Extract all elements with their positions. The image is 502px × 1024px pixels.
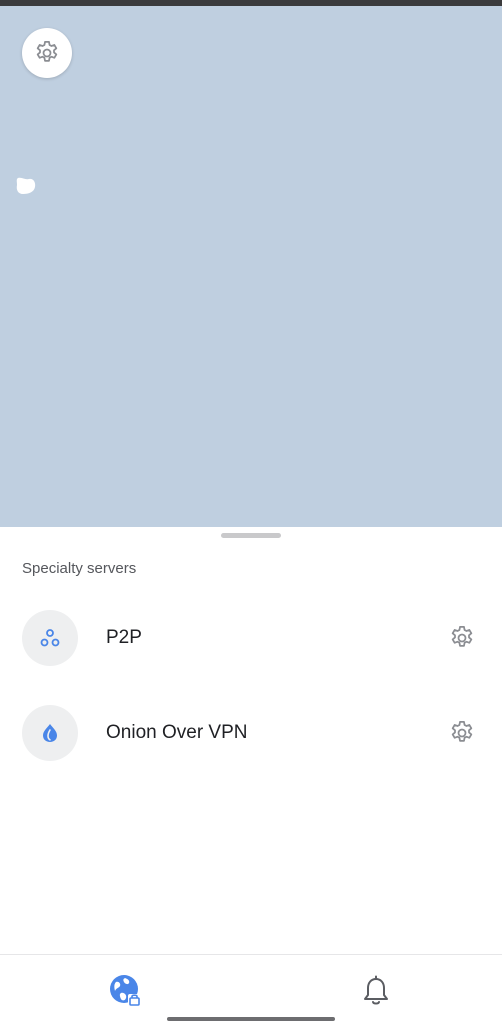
globe-lock-icon xyxy=(110,975,141,1007)
nav-notifications-tab[interactable] xyxy=(362,975,390,1007)
p2p-icon xyxy=(40,629,60,647)
map-view[interactable] xyxy=(0,6,502,527)
bell-icon xyxy=(364,975,388,1005)
sheet-drag-handle[interactable] xyxy=(221,533,281,538)
server-row-onion-over-vpn[interactable]: Onion Over VPN xyxy=(0,705,502,765)
p2p-settings-button[interactable] xyxy=(448,624,476,652)
onion-icon xyxy=(43,724,57,742)
gear-icon xyxy=(451,626,473,647)
server-label: P2P xyxy=(106,627,142,648)
gear-icon xyxy=(36,41,58,62)
server-label: Onion Over VPN xyxy=(106,722,248,743)
gear-icon xyxy=(451,721,473,742)
server-icon-badge xyxy=(22,705,78,761)
app-screen: Specialty servers P2P Onion Over VPN xyxy=(0,0,502,1024)
server-row-p2p[interactable]: P2P xyxy=(0,610,502,670)
bottom-navigation xyxy=(0,954,502,1024)
map-landmass xyxy=(16,177,36,194)
onion-settings-button[interactable] xyxy=(448,719,476,747)
map-settings-button[interactable] xyxy=(22,28,72,78)
section-title: Specialty servers xyxy=(22,560,137,577)
home-indicator[interactable] xyxy=(167,1017,335,1021)
server-icon-badge xyxy=(22,610,78,666)
bottom-sheet: Specialty servers P2P Onion Over VPN xyxy=(0,527,502,954)
nav-map-tab[interactable] xyxy=(108,973,144,1009)
